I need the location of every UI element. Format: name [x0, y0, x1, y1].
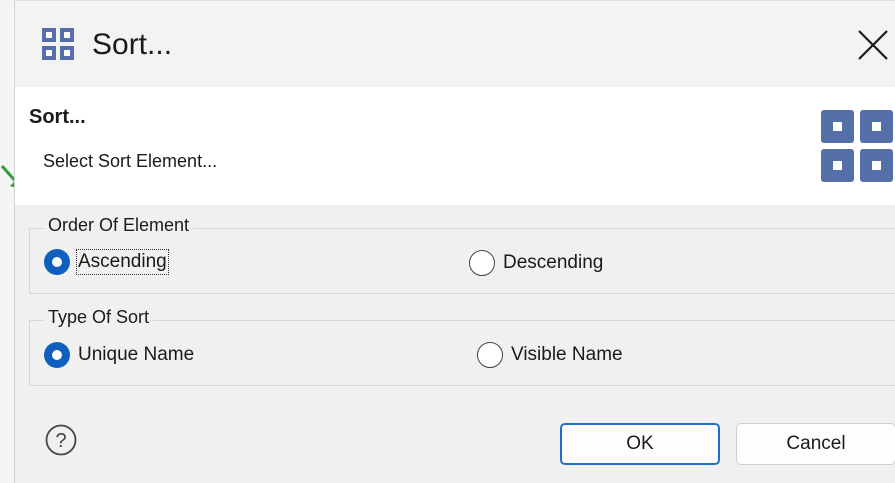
banner-subtitle: Select Sort Element...	[43, 151, 218, 171]
visible-name-radio[interactable]: Visible Name	[477, 342, 623, 368]
radio-unchecked-icon	[469, 250, 495, 276]
title-bar: Sort...	[15, 0, 895, 87]
descending-label: Descending	[503, 252, 604, 273]
visible-name-label: Visible Name	[511, 344, 623, 365]
type-of-sort-group: Type Of Sort Unique Name Visible Name	[29, 307, 895, 386]
ascending-label: Ascending	[76, 249, 169, 275]
cancel-button[interactable]: Cancel	[736, 423, 895, 465]
ok-button[interactable]: OK	[560, 423, 720, 465]
unique-name-radio[interactable]: Unique Name	[44, 342, 194, 368]
window-title: Sort...	[92, 28, 173, 61]
banner-title: Sort...	[29, 106, 86, 128]
order-of-element-legend: Order Of Element	[44, 215, 194, 236]
ascending-radio[interactable]: Ascending	[44, 249, 169, 275]
order-of-element-group: Order Of Element Ascending Descending	[29, 215, 895, 294]
radio-unchecked-icon	[477, 342, 503, 368]
help-icon[interactable]: ?	[45, 424, 77, 456]
radio-checked-icon	[44, 249, 70, 275]
grid-icon	[821, 110, 893, 182]
grid-icon	[42, 28, 74, 60]
sort-dialog: Sort... Sort... Select Sort Element... O…	[14, 0, 895, 483]
unique-name-label: Unique Name	[78, 344, 195, 365]
radio-checked-icon	[44, 342, 70, 368]
type-of-sort-legend: Type Of Sort	[44, 307, 154, 328]
descending-radio[interactable]: Descending	[469, 250, 603, 276]
header-banner: Sort... Select Sort Element...	[15, 87, 895, 205]
svg-text:?: ?	[55, 430, 66, 452]
close-icon[interactable]	[853, 25, 893, 65]
